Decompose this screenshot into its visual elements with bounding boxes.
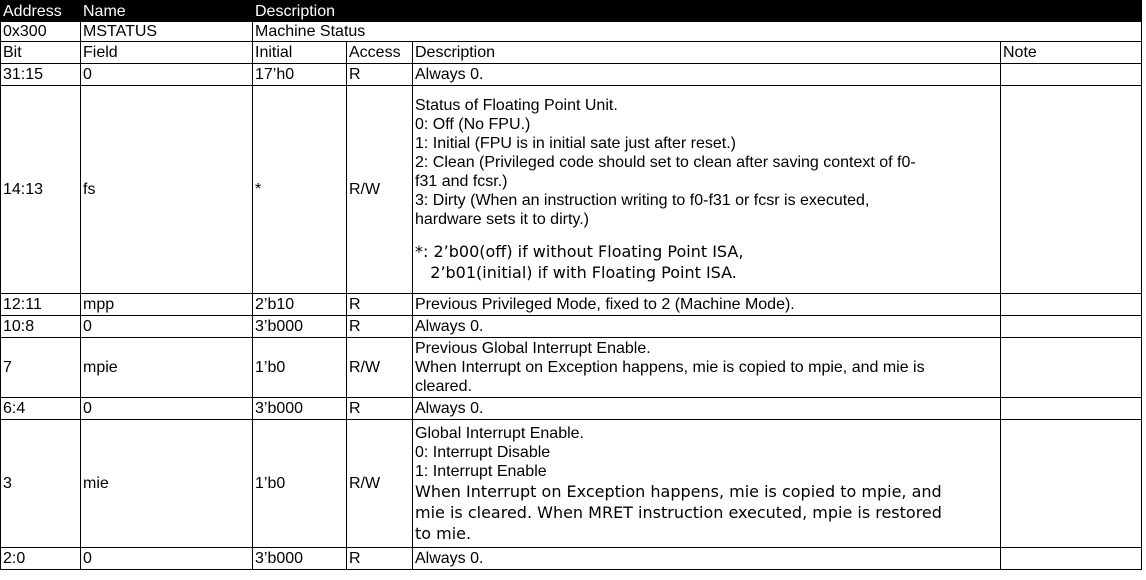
initial-cell: 1’b0 (252, 337, 347, 398)
register-info-row: 0x300 MSTATUS Machine Status (0, 21, 1143, 42)
bit-cell: 7 (0, 337, 81, 398)
bit-cell: 3 (0, 419, 81, 548)
description-line: Status of Floating Point Unit. (415, 97, 618, 114)
bit-cell: 14:13 (0, 85, 81, 294)
access-column-header: Access (346, 41, 413, 64)
field-cell: 0 (80, 547, 253, 570)
description-line: to mie. (415, 523, 472, 543)
field-cell: mie (80, 419, 253, 548)
note-cell (999, 419, 1143, 548)
bit-cell: 2:0 (0, 547, 81, 570)
note-cell (999, 63, 1143, 86)
register-header-row: Address Name Description (0, 0, 1143, 22)
access-cell: R (346, 547, 413, 570)
description-line: 0: Interrupt Disable (415, 443, 551, 461)
description-cell: Always 0. (412, 315, 1001, 338)
initial-cell: 2’b10 (252, 293, 347, 316)
description-line: Previous Privileged Mode, fixed to 2 (Ma… (415, 296, 795, 313)
description-cell: Always 0. (412, 397, 1001, 420)
description-line: mie is cleared. When MRET instruction ex… (415, 502, 942, 522)
field-row: 12:11 mpp 2’b10 R Previous Privileged Mode, … (0, 293, 1143, 316)
register-address: 0x300 (0, 21, 81, 42)
description-line: f31 and fcsr.) (415, 173, 508, 190)
description-cell: Always 0. (412, 547, 1001, 570)
initial-cell: 3’b000 (252, 315, 347, 338)
initial-column-header: Initial (252, 41, 347, 64)
bit-cell: 31:15 (0, 63, 81, 86)
access-cell: R/W (346, 337, 413, 398)
bit-column-header: Bit (0, 41, 81, 64)
field-row: 14:13 fs * R/W Status of Floating Point Unit… (0, 85, 1143, 294)
description-line: 1: Interrupt Enable (415, 462, 547, 480)
description-line: Always 0. (415, 550, 484, 567)
field-cell: 0 (80, 397, 253, 420)
initial-cell: 1’b0 (252, 419, 347, 548)
note-cell (999, 315, 1143, 338)
register-table-page: Address Name Description 0x300 MSTATUS M… (0, 0, 1146, 570)
description-line: Global Interrupt Enable. (415, 424, 584, 442)
description-line: 1: Initial (FPU is in initial sate just … (415, 135, 736, 152)
description-line: hardware sets it to dirty.) (415, 211, 589, 228)
initial-cell: * (252, 85, 347, 294)
name-header: Name (80, 0, 253, 22)
field-row: 31:15 0 17’h0 R Always 0. (0, 63, 1143, 86)
description-cell: Status of Floating Point Unit. 0: Off (No… (412, 85, 1001, 294)
description-line: When Interrupt on Exception happens, mie… (415, 359, 925, 376)
description-cell: Previous Global Interrupt Enable. When In… (412, 337, 1001, 398)
description-line: 0: Off (No FPU.) (415, 116, 531, 133)
initial-cell: 3’b000 (252, 397, 347, 420)
description-cell: Previous Privileged Mode, fixed to 2 (Ma… (412, 293, 1001, 316)
field-cell: fs (80, 85, 253, 294)
access-cell: R (346, 63, 413, 86)
bit-cell: 12:11 (0, 293, 81, 316)
initial-cell: 17’h0 (252, 63, 347, 86)
register-table: Address Name Description 0x300 MSTATUS M… (0, 0, 1143, 570)
description-line: 2: Clean (Privileged code should set to … (415, 154, 916, 171)
note-cell (999, 547, 1143, 570)
field-row: 6:4 0 3’b000 R Always 0. (0, 397, 1143, 420)
description-cell: Always 0. (412, 63, 1001, 86)
field-cell: mpp (80, 293, 253, 316)
field-cell: 0 (80, 63, 253, 86)
bit-cell: 10:8 (0, 315, 81, 338)
access-cell: R/W (346, 85, 413, 294)
description-line: Always 0. (415, 66, 484, 83)
description-column-header: Description (412, 41, 1001, 64)
bit-cell: 6:4 (0, 397, 81, 420)
description-line: When Interrupt on Exception happens, mie… (415, 481, 942, 501)
field-column-header: Field (80, 41, 253, 64)
initial-cell: 3’b000 (252, 547, 347, 570)
field-cell: 0 (80, 315, 253, 338)
footnote-line: *: 2’b00(off) if without Floating Point … (415, 242, 744, 261)
note-cell (999, 337, 1143, 398)
register-description-header: Description (251, 0, 1143, 22)
description-line: cleared. (415, 378, 472, 395)
description-line: Previous Global Interrupt Enable. (415, 340, 651, 357)
field-row: 3 mie 1’b0 R/W Global Interrupt Enable. 0: In… (0, 419, 1143, 548)
note-column-header: Note (999, 41, 1143, 64)
register-name: MSTATUS (80, 21, 253, 42)
description-line: 3: Dirty (When an instruction writing to… (415, 192, 870, 209)
field-row: 7 mpie 1’b0 R/W Previous Global Interrupt En… (0, 337, 1143, 398)
field-row: 10:8 0 3’b000 R Always 0. (0, 315, 1143, 338)
access-cell: R (346, 397, 413, 420)
description-line: Always 0. (415, 318, 484, 335)
register-description: Machine Status (251, 21, 1143, 42)
note-cell (999, 397, 1143, 420)
field-row: 2:0 0 3’b000 R Always 0. (0, 547, 1143, 570)
access-cell: R (346, 315, 413, 338)
description-cell: Global Interrupt Enable. 0: Interrupt Dis… (412, 419, 1001, 548)
access-cell: R (346, 293, 413, 316)
access-cell: R/W (346, 419, 413, 548)
address-header: Address (0, 0, 81, 22)
note-cell (999, 85, 1143, 294)
field-cell: mpie (80, 337, 253, 398)
footnote-line: 2’b01(initial) if with Floating Point IS… (415, 263, 737, 282)
note-cell (999, 293, 1143, 316)
description-line: Always 0. (415, 400, 484, 417)
fields-header-row: Bit Field Initial Access Description Not… (0, 41, 1143, 64)
